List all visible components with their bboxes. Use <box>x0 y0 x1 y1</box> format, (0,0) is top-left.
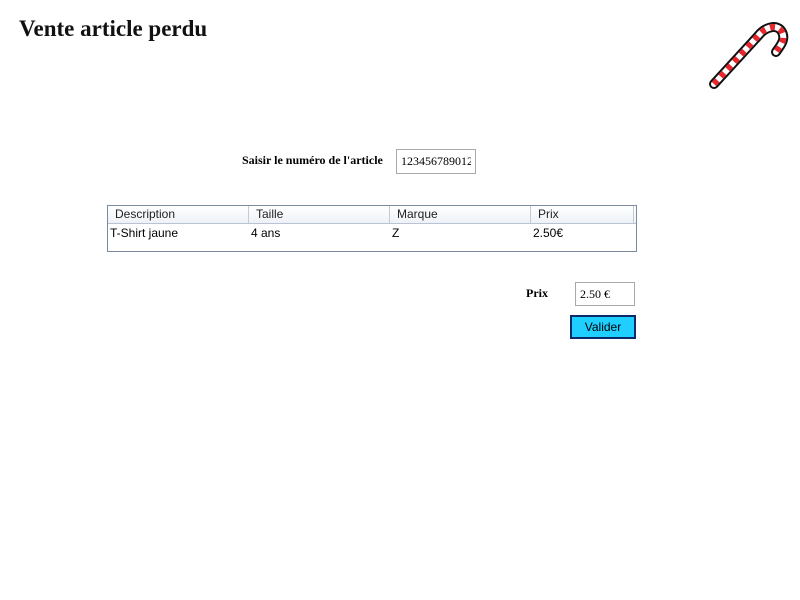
cell-taille: 4 ans <box>251 226 281 240</box>
cell-prix: 2.50€ <box>533 226 564 240</box>
cell-marque: Z <box>392 226 400 240</box>
article-number-input[interactable] <box>396 149 476 174</box>
column-header-description[interactable]: Description <box>108 206 249 223</box>
article-table: Description Taille Marque Prix T-Shirt j… <box>107 205 637 252</box>
article-number-label: Saisir le numéro de l'article <box>242 153 383 167</box>
candy-cane-icon <box>709 22 789 89</box>
page-title: Vente article perdu <box>19 16 208 41</box>
price-input[interactable] <box>575 282 635 306</box>
page: Vente article perdu Saisir le numéro de … <box>0 0 800 600</box>
table-row[interactable]: T-Shirt jaune 4 ans Z 2.50€ <box>108 224 636 242</box>
column-header-prix[interactable]: Prix <box>531 206 634 223</box>
cell-description: T-Shirt jaune <box>110 226 179 240</box>
price-label: Prix <box>526 286 548 300</box>
table-header: Description Taille Marque Prix <box>108 206 636 224</box>
column-header-marque[interactable]: Marque <box>390 206 531 223</box>
validate-button[interactable]: Valider <box>570 315 636 339</box>
column-header-taille[interactable]: Taille <box>249 206 390 223</box>
